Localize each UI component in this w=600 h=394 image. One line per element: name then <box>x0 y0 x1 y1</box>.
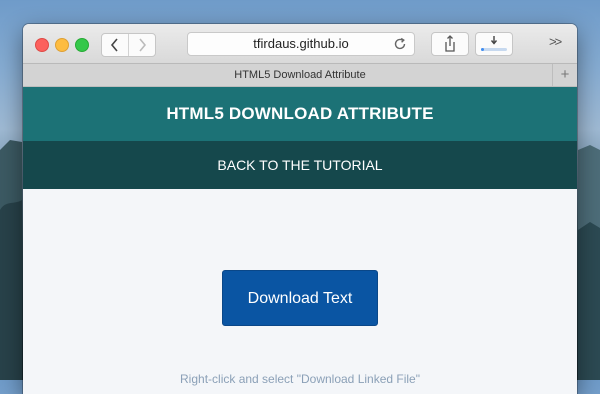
page-nav: BACK TO THE TUTORIAL <box>23 141 577 189</box>
reload-icon[interactable] <box>392 36 408 52</box>
chevron-right-icon <box>139 38 147 52</box>
share-button[interactable] <box>431 32 469 56</box>
back-to-tutorial-link[interactable]: BACK TO THE TUTORIAL <box>217 157 382 173</box>
toolbar-overflow-button[interactable]: >> <box>549 34 562 49</box>
forward-button[interactable] <box>128 34 155 56</box>
new-tab-button[interactable]: + <box>552 64 577 86</box>
download-progress-fill <box>481 48 484 51</box>
browser-window: tfirdaus.github.io >> HTML5 Download Att… <box>23 24 577 394</box>
share-icon <box>445 35 455 52</box>
tab-title[interactable]: HTML5 Download Attribute <box>234 69 365 81</box>
minimize-window-button[interactable] <box>55 38 69 52</box>
browser-toolbar: tfirdaus.github.io >> <box>23 24 577 64</box>
address-text: tfirdaus.github.io <box>253 36 349 51</box>
zoom-window-button[interactable] <box>75 38 89 52</box>
page-header: HTML5 DOWNLOAD ATTRIBUTE <box>23 87 577 141</box>
download-arrow-icon <box>490 36 498 45</box>
chevron-left-icon <box>110 38 118 52</box>
download-hint-text: Right-click and select "Download Linked … <box>180 372 420 386</box>
download-progress-bar <box>481 48 507 51</box>
navigation-buttons <box>101 33 156 57</box>
downloads-button[interactable] <box>475 32 513 56</box>
back-button[interactable] <box>102 34 128 56</box>
download-text-button[interactable]: Download Text <box>222 270 378 326</box>
close-window-button[interactable] <box>35 38 49 52</box>
page-title: HTML5 DOWNLOAD ATTRIBUTE <box>166 104 434 123</box>
tab-bar: HTML5 Download Attribute + <box>23 64 577 87</box>
address-bar[interactable]: tfirdaus.github.io <box>187 32 415 56</box>
page-content: HTML5 DOWNLOAD ATTRIBUTE BACK TO THE TUT… <box>23 87 577 394</box>
